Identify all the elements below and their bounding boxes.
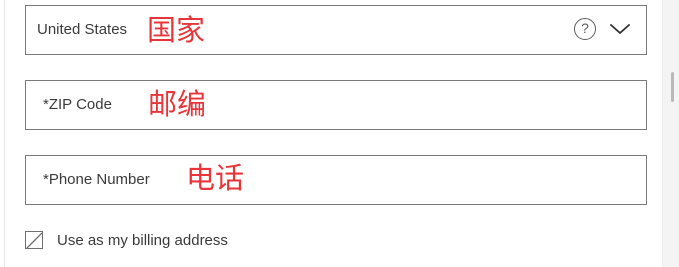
scrollbar-thumb[interactable]	[671, 72, 674, 102]
zip-code-input[interactable]: *ZIP Code	[25, 80, 647, 130]
country-annotation: 国家	[147, 13, 206, 47]
country-select[interactable]: United States ?	[25, 5, 647, 55]
chevron-down-icon[interactable]	[609, 21, 631, 37]
help-icon[interactable]: ?	[574, 18, 596, 40]
phone-number-placeholder: *Phone Number	[43, 171, 150, 188]
zip-annotation: 邮编	[148, 87, 207, 121]
checkbox-slash-icon	[26, 232, 42, 248]
billing-address-checkbox[interactable]	[25, 231, 43, 249]
phone-number-input[interactable]: *Phone Number	[25, 155, 647, 205]
scrollbar[interactable]	[662, 0, 679, 267]
panel-left-border	[4, 0, 5, 267]
phone-annotation: 电话	[186, 161, 245, 195]
country-value: United States	[37, 21, 128, 38]
billing-address-label[interactable]: Use as my billing address	[57, 232, 228, 249]
zip-code-placeholder: *ZIP Code	[43, 96, 112, 113]
